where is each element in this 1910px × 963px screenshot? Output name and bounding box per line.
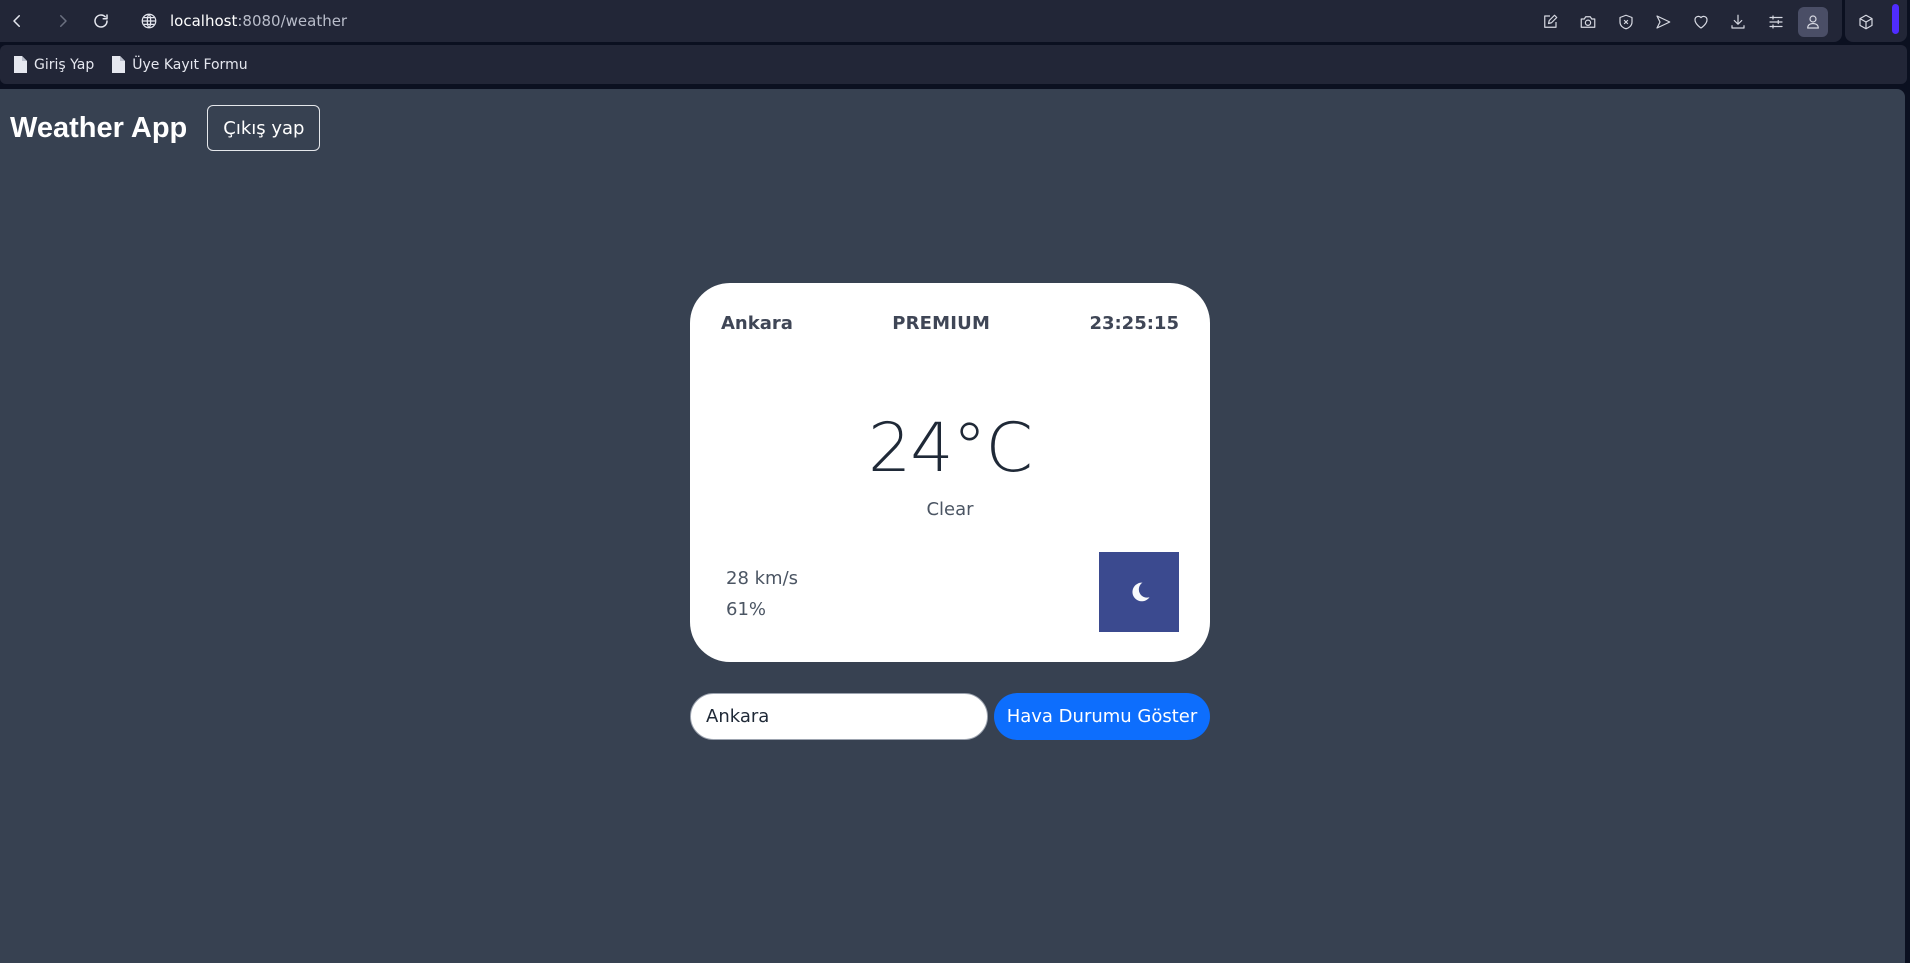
weather-icon-box bbox=[1099, 552, 1179, 632]
profile-icon bbox=[1807, 15, 1819, 29]
address-bar[interactable]: localhost:8080/weather bbox=[140, 0, 347, 42]
profile-button[interactable] bbox=[1798, 7, 1828, 37]
download-icon bbox=[1731, 14, 1745, 29]
edit-button[interactable] bbox=[1535, 7, 1565, 37]
sliders-icon bbox=[1769, 15, 1783, 29]
forward-icon bbox=[60, 15, 67, 27]
shield-x-icon bbox=[1619, 14, 1633, 30]
cube-icon bbox=[1859, 14, 1873, 30]
browser-toolbar: localhost:8080/weather bbox=[0, 0, 1910, 43]
moon-icon bbox=[1132, 582, 1150, 602]
heart-icon bbox=[1694, 15, 1708, 29]
search-form: Hava Durumu Göster bbox=[690, 693, 1210, 740]
reload-icon bbox=[94, 14, 108, 28]
edit-icon bbox=[1544, 14, 1558, 28]
file-icon bbox=[14, 56, 27, 73]
logout-button[interactable]: Çıkış yap bbox=[207, 105, 321, 151]
wind-speed: 28 km/s bbox=[726, 568, 799, 589]
city-input[interactable] bbox=[690, 693, 988, 740]
camera-icon bbox=[1580, 16, 1596, 28]
bookmarks-bar: Giriş Yap Üye Kayıt Formu bbox=[0, 45, 1907, 84]
globe-icon bbox=[141, 13, 157, 29]
bookmark-giris-yap[interactable]: Giriş Yap bbox=[14, 56, 94, 73]
send-icon bbox=[1656, 15, 1671, 29]
bookmark-uye-kayit-formu[interactable]: Üye Kayıt Formu bbox=[112, 56, 248, 73]
weather-card: Ankara PREMIUM 23:25:15 24°C Clear 28 km… bbox=[690, 283, 1210, 662]
show-weather-button[interactable]: Hava Durumu Göster bbox=[994, 693, 1210, 740]
downloads-button[interactable] bbox=[1723, 7, 1753, 37]
reload-button[interactable] bbox=[86, 6, 116, 36]
app-header: Weather App Çıkış yap bbox=[10, 105, 321, 151]
url-host: localhost bbox=[170, 12, 238, 30]
plan-badge: PREMIUM bbox=[892, 313, 991, 334]
temperature: 24°C bbox=[867, 409, 1033, 488]
humidity: 61% bbox=[726, 599, 767, 620]
card-header: Ankara PREMIUM 23:25:15 bbox=[721, 313, 1179, 334]
page-content: Weather App Çıkış yap Ankara PREMIUM 23:… bbox=[0, 89, 1905, 963]
settings-button[interactable] bbox=[1761, 7, 1791, 37]
local-time: 23:25:15 bbox=[1089, 313, 1179, 334]
browser-toolbar-main: localhost:8080/weather bbox=[0, 0, 1842, 42]
sidebar-toggle[interactable] bbox=[1892, 4, 1899, 34]
city-name: Ankara bbox=[721, 313, 793, 334]
url-text: localhost:8080/weather bbox=[170, 12, 347, 30]
back-icon bbox=[13, 15, 20, 27]
bookmark-label: Giriş Yap bbox=[34, 56, 95, 73]
send-button[interactable] bbox=[1648, 7, 1678, 37]
adblock-button[interactable] bbox=[1611, 7, 1641, 37]
file-icon bbox=[112, 56, 126, 73]
back-button[interactable] bbox=[2, 6, 32, 36]
screenshot-button[interactable] bbox=[1573, 7, 1603, 37]
weather-stats: 28 km/s 61% bbox=[726, 563, 798, 625]
url-path: :8080/weather bbox=[237, 12, 348, 30]
bookmark-label: Üye Kayıt Formu bbox=[132, 56, 248, 73]
weather-condition: Clear bbox=[926, 499, 974, 520]
forward-button[interactable] bbox=[48, 6, 78, 36]
app-title: Weather App bbox=[10, 111, 188, 144]
favorites-button[interactable] bbox=[1686, 7, 1716, 37]
extensions-button[interactable] bbox=[1851, 7, 1881, 37]
